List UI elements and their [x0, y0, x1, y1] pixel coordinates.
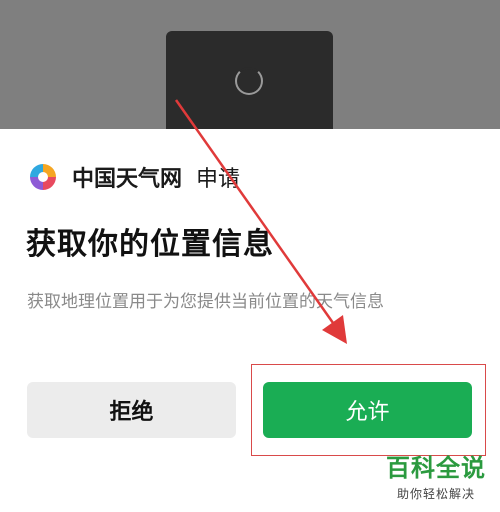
deny-button[interactable]: 拒绝: [27, 382, 236, 438]
request-label: 申请: [196, 167, 241, 192]
app-name: 中国天气网: [72, 167, 183, 192]
watermark: 百科全说 助你轻松解决: [386, 448, 486, 502]
loading-overlay: [166, 31, 333, 141]
watermark-tagline: 助你轻松解决: [396, 487, 475, 501]
app-header: 中国天气网 申请: [28, 161, 240, 193]
allow-button[interactable]: 允许: [263, 382, 472, 438]
weather-app-logo-icon: [30, 164, 56, 190]
watermark-brand: 百科全说: [386, 454, 486, 482]
dialog-title: 获取你的位置信息: [26, 227, 274, 262]
dialog-description: 获取地理位置用于为您提供当前位置的天气信息: [27, 292, 384, 312]
loading-spinner-icon: [235, 67, 263, 95]
